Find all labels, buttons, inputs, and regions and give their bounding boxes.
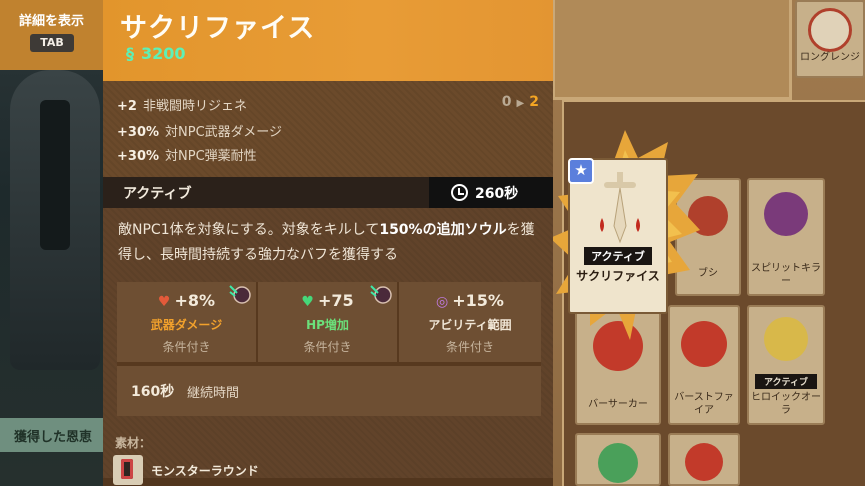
- shop-card-row3-2[interactable]: [668, 433, 740, 486]
- shop-card-heroic-aura[interactable]: アクティブ ヒロイックオーラ: [747, 305, 825, 425]
- effect-ability-range: ◎ +15% アビリティ範囲 条件付き: [399, 282, 541, 362]
- shop-card-label: ヒロイックオーラ: [751, 392, 821, 416]
- effect-value-text: +8%: [174, 291, 216, 310]
- spirit-icon: [598, 443, 638, 483]
- shop-card-spirit-killer[interactable]: スピリットキラー: [747, 178, 825, 296]
- target-portrait-icon: [229, 285, 251, 304]
- target-portrait-icon: [370, 285, 392, 304]
- effect-condition: 条件付き: [445, 340, 494, 354]
- cooldown: 260秒: [429, 177, 553, 208]
- material-name: モンスターラウンド: [151, 464, 259, 478]
- show-details-button[interactable]: 詳細を表示 TAB: [0, 0, 103, 70]
- desc-part: 敵NPC1体を対象にする。対象をキルして: [118, 222, 380, 238]
- effect-value-text: +75: [317, 291, 354, 310]
- shop-card-label: ロングレンジ: [800, 52, 860, 63]
- effect-name: HP増加: [306, 318, 349, 332]
- arrow-right-icon: ▶: [516, 98, 525, 109]
- active-tag: アクティブ: [584, 247, 652, 265]
- shop-card-long-range[interactable]: ロングレンジ: [795, 0, 865, 78]
- shop-card-label: バーサーカー: [588, 399, 648, 410]
- effect-condition: 条件付き: [162, 340, 211, 354]
- show-details-label: 詳細を表示: [18, 14, 84, 29]
- stat-label: 対NPC弾薬耐性: [165, 149, 257, 164]
- shop-card-label: スピリットキラー: [751, 263, 821, 287]
- spirit-killer-icon: [764, 192, 808, 236]
- passive-stats: +2 非戦闘時リジェネ 0 ▶ 2 +30% 対NPC武器ダメージ +30% 対NPC弾薬…: [103, 81, 553, 177]
- dagger-icon: [600, 172, 640, 244]
- soul-icon: §: [126, 44, 134, 63]
- progress-to: 2: [529, 94, 539, 110]
- ability-description: 敵NPC1体を対象にする。対象をキルして150%の追加ソウルを獲得し、長時間持続…: [118, 218, 543, 268]
- tooltip-header: サクリファイス § 3200: [103, 0, 553, 81]
- tab-key-hint: TAB: [30, 34, 74, 52]
- active-tag: アクティブ: [755, 374, 817, 389]
- heroic-aura-icon: [764, 317, 808, 361]
- target-icon: [685, 443, 723, 481]
- item-title: サクリファイス: [120, 13, 316, 44]
- shop-top-section: [552, 0, 792, 100]
- effect-name: アビリティ範囲: [428, 318, 512, 332]
- character-backdrop: [0, 0, 110, 486]
- materials-label: 素材：: [115, 436, 152, 450]
- ability-description-section: 敵NPC1体を対象にする。対象をキルして150%の追加ソウルを獲得し、長時間持続…: [103, 208, 553, 485]
- weapon-damage-icon: ♥: [157, 294, 171, 310]
- active-ability-bar: アクティブ 260秒: [103, 177, 553, 208]
- long-range-icon: [808, 8, 852, 52]
- stat-label: 対NPC武器ダメージ: [165, 125, 283, 140]
- progress-from: 0: [501, 94, 512, 110]
- character-detail: [40, 100, 70, 250]
- ability-range-icon: ◎: [436, 294, 449, 310]
- shop-card-sacrifice[interactable]: ★ アクティブ サクリファイス: [568, 158, 668, 314]
- shop-card-row3-1[interactable]: [575, 433, 661, 486]
- stat-label: 非戦闘時リジェネ: [142, 99, 247, 114]
- stat-row: +30% 対NPC武器ダメージ: [117, 121, 282, 140]
- duration-label: 継続時間: [187, 386, 240, 401]
- clock-icon: [451, 184, 468, 201]
- stat-value: +2: [117, 99, 137, 114]
- shop-card-label: バーストファイア: [674, 392, 734, 416]
- acquired-perks-label: 獲得した恩恵: [14, 430, 93, 445]
- effect-value: ◎ +15%: [399, 291, 541, 310]
- buff-duration: 160秒 継続時間: [117, 366, 541, 416]
- acquired-perks-tab[interactable]: 獲得した恩恵: [0, 418, 110, 452]
- featured-card-name: サクリファイス: [576, 269, 660, 283]
- cooldown-value: 260秒: [475, 186, 519, 202]
- stat-row: +2 非戦闘時リジェネ: [117, 95, 247, 114]
- stat-value: +30%: [117, 125, 160, 140]
- item-cost-value: 3200: [141, 44, 186, 63]
- effect-condition: 条件付き: [303, 340, 352, 354]
- regen-progress: 0 ▶ 2: [502, 94, 539, 110]
- item-tooltip: サクリファイス § 3200 +2 非戦闘時リジェネ 0 ▶ 2 +30% 対NPC武器ダ…: [103, 0, 553, 486]
- effect-name: 武器ダメージ: [150, 318, 223, 332]
- stat-value: +30%: [117, 149, 160, 164]
- active-label: アクティブ: [123, 186, 192, 202]
- desc-highlight: 150%の追加ソウル: [379, 222, 507, 238]
- duration-value: 160秒: [131, 384, 175, 400]
- monster-round-icon: [113, 455, 143, 485]
- heart-icon: ♥: [301, 294, 314, 310]
- effect-value-text: +15%: [452, 291, 504, 310]
- buff-effects: ♥ +8% 武器ダメージ 条件付き ♥ +75 HP増加 条件付き ◎ +15% アビ…: [117, 282, 541, 416]
- item-cost: § 3200: [122, 44, 186, 63]
- stat-row: +30% 対NPC弾薬耐性: [117, 145, 257, 164]
